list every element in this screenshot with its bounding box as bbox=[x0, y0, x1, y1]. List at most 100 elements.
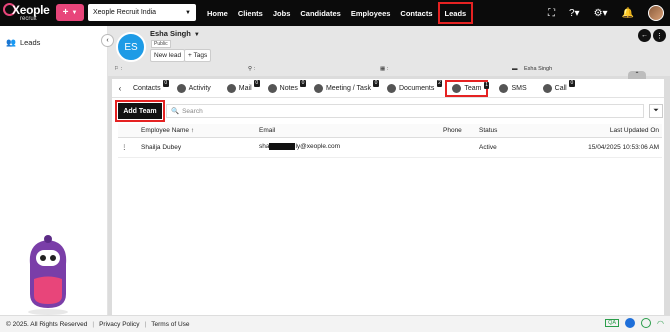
user-avatar[interactable] bbox=[648, 5, 664, 21]
wifi-icon: ◠ bbox=[657, 318, 664, 328]
phone-icon bbox=[542, 83, 552, 93]
nav-employees[interactable]: Employees bbox=[346, 0, 396, 26]
nav-home[interactable]: Home bbox=[202, 0, 233, 26]
tags-button[interactable]: + Tags bbox=[184, 49, 212, 62]
sms-icon bbox=[499, 83, 509, 93]
tab-notes[interactable]: Notes 0 bbox=[263, 79, 306, 97]
tab-contacts[interactable]: Contacts 0 bbox=[128, 79, 169, 97]
tab-mail[interactable]: Mail 0 bbox=[222, 79, 260, 97]
filter-icon[interactable]: ⏷ bbox=[649, 104, 663, 118]
plus-icon: + bbox=[62, 7, 69, 18]
logo-subtext: recruit bbox=[20, 16, 37, 22]
tab-activity[interactable]: Activity bbox=[172, 80, 216, 97]
location-icon: ⚲ : bbox=[248, 66, 256, 72]
add-team-button[interactable]: Add Team bbox=[115, 100, 165, 122]
column-header-last-updated[interactable]: Last Updated On bbox=[572, 124, 662, 138]
left-sidebar: 👥 Leads bbox=[0, 26, 108, 315]
chevron-left-icon[interactable]: ‹ bbox=[112, 84, 128, 93]
qa-badge: QA bbox=[605, 319, 620, 327]
tenant-select-value: Xeople Recruit India bbox=[93, 9, 157, 16]
fullscreen-icon[interactable]: ⛶ bbox=[548, 8, 555, 19]
column-header-email[interactable]: Email bbox=[256, 124, 440, 138]
tab-call[interactable]: Call 0 bbox=[538, 79, 575, 97]
footer-icons: QA ◠ bbox=[605, 318, 664, 328]
sort-ascending-icon: ↑ bbox=[190, 126, 195, 134]
table-row[interactable]: ⋮ Shailja Dubey sha ly@xeople.com Active … bbox=[118, 137, 662, 158]
phone-cell bbox=[440, 137, 476, 158]
chevron-down-icon: ▼ bbox=[185, 9, 191, 16]
sidebar-item-label: Leads bbox=[19, 38, 41, 47]
row-menu-header bbox=[118, 124, 138, 138]
chevron-down-icon: ▼ bbox=[193, 32, 200, 38]
tab-label: Documents bbox=[398, 84, 435, 92]
check-circle-icon[interactable] bbox=[641, 318, 652, 328]
notification-bell-icon[interactable]: 🔔 bbox=[622, 8, 634, 19]
collapse-header-button[interactable]: ⌃ bbox=[628, 71, 646, 79]
tab-label: Mail bbox=[238, 84, 252, 92]
nav-contacts[interactable]: Contacts bbox=[395, 0, 437, 26]
email-start: sha bbox=[259, 143, 270, 151]
tab-label: Team bbox=[464, 84, 482, 92]
nav-leads[interactable]: Leads bbox=[437, 2, 474, 24]
logo-text: Xeople bbox=[12, 3, 50, 17]
tab-count: 0 bbox=[373, 79, 379, 87]
tab-team[interactable]: Team 1 bbox=[445, 79, 490, 97]
mail-icon bbox=[226, 83, 236, 93]
documents-icon bbox=[386, 83, 396, 93]
profile-icon[interactable] bbox=[625, 318, 636, 328]
column-header-employee-name[interactable]: Employee Name ↑ bbox=[138, 124, 256, 138]
lead-owner: Esha Singh bbox=[524, 66, 553, 72]
tab-documents[interactable]: Documents 2 bbox=[382, 79, 443, 97]
search-icon: 🔍 bbox=[171, 108, 180, 115]
back-arrow-icon[interactable]: ← bbox=[638, 29, 651, 42]
privacy-policy-link[interactable]: Privacy Policy bbox=[99, 321, 139, 328]
sidebar-item-leads[interactable]: 👥 Leads bbox=[6, 38, 40, 47]
tab-meeting-task[interactable]: Meeting / Task 0 bbox=[309, 79, 379, 97]
tab-count: 0 bbox=[162, 79, 169, 87]
copyright-text: © 2025. All Rights Reserved bbox=[6, 320, 88, 328]
lead-avatar: ES bbox=[116, 32, 146, 62]
email-redaction bbox=[269, 143, 296, 151]
more-options-icon[interactable]: ⋮ bbox=[653, 29, 666, 42]
tab-label: Contacts bbox=[133, 84, 161, 92]
email-end: ly@xeople.com bbox=[295, 143, 341, 151]
lead-info-row: ⚐ : ⚲ : ▦ : ▬ Esha Singh bbox=[108, 64, 670, 76]
column-header-phone[interactable]: Phone bbox=[440, 124, 476, 138]
company-icon: ▦ : bbox=[380, 66, 389, 72]
activity-icon bbox=[176, 83, 186, 93]
tab-count: 0 bbox=[568, 79, 575, 87]
chevron-down-icon: ▼ bbox=[71, 9, 78, 16]
industry-icon: ⚐ : bbox=[114, 66, 122, 72]
row-menu-icon[interactable]: ⋮ bbox=[118, 137, 138, 158]
terms-of-use-link[interactable]: Terms of Use bbox=[151, 321, 189, 328]
settings-gear-icon[interactable]: ⚙▾ bbox=[594, 8, 608, 19]
quick-add-button[interactable]: + ▼ bbox=[56, 4, 84, 21]
visibility-badge: Public bbox=[151, 40, 171, 48]
lead-status-button[interactable]: New lead bbox=[150, 49, 186, 62]
lead-detail: ES Esha Singh ▼ Public New lead + Tags ← … bbox=[108, 26, 670, 315]
help-icon[interactable]: ?▾ bbox=[569, 8, 580, 19]
tab-count: 0 bbox=[253, 79, 260, 87]
main-nav: Home Clients Jobs Candidates Employees C… bbox=[202, 0, 474, 26]
tags-button-label: Tags bbox=[193, 52, 208, 59]
footer: © 2025. All Rights Reserved | Privacy Po… bbox=[0, 315, 670, 332]
footer-separator: | bbox=[144, 320, 147, 328]
search-input[interactable]: 🔍 Search bbox=[166, 104, 644, 118]
nav-clients[interactable]: Clients bbox=[233, 0, 268, 26]
content-panel: ‹ Contacts 0 Activity Mail 0 Notes 0 Mee… bbox=[112, 79, 664, 315]
lead-name[interactable]: Esha Singh ▼ bbox=[150, 29, 200, 38]
mascot-illustration bbox=[28, 235, 68, 315]
tenant-select[interactable]: Xeople Recruit India ▼ bbox=[88, 4, 196, 21]
tab-sms[interactable]: SMS bbox=[494, 80, 531, 97]
calendar-icon bbox=[313, 83, 323, 93]
users-icon: 👥 bbox=[6, 38, 16, 47]
sidebar-collapse-button[interactable]: ‹ bbox=[101, 34, 114, 47]
employee-name-cell: Shailja Dubey bbox=[138, 137, 256, 158]
column-header-status[interactable]: Status bbox=[476, 124, 572, 138]
notes-icon bbox=[267, 83, 277, 93]
nav-candidates[interactable]: Candidates bbox=[295, 0, 345, 26]
last-updated-cell: 15/04/2025 10:53:06 AM bbox=[572, 137, 662, 158]
nav-jobs[interactable]: Jobs bbox=[268, 0, 296, 26]
tab-count: 0 bbox=[300, 79, 306, 87]
xeople-logo[interactable]: Xeople recruit bbox=[3, 3, 53, 24]
